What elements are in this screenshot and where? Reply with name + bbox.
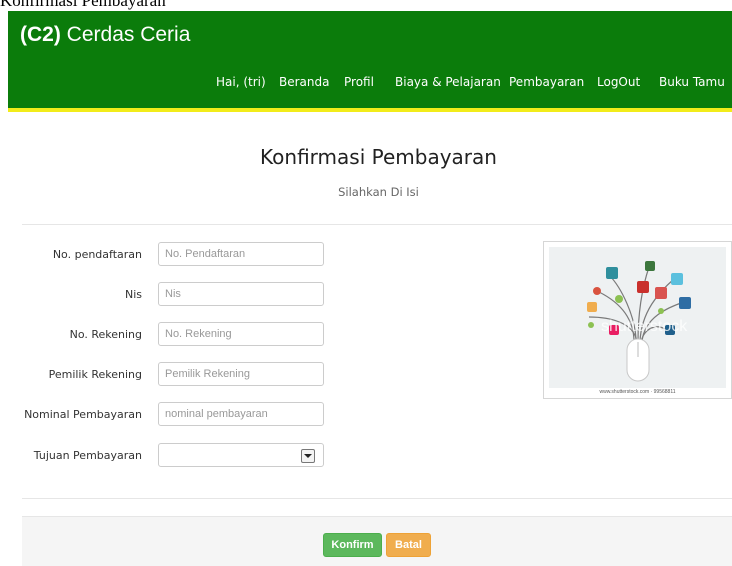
- pemilik-rekening-input[interactable]: Pemilik Rekening: [158, 362, 324, 386]
- nav-item-logout[interactable]: LogOut: [597, 75, 640, 89]
- payment-illustration: shutterstock www.shutterstock.com · 9956…: [543, 241, 732, 399]
- navbar: (C2) Cerdas Ceria Hai, (tri) Beranda Pro…: [8, 11, 732, 112]
- brand-name: Cerdas Ceria: [60, 23, 191, 46]
- no-pendaftaran-input[interactable]: No. Pendaftaran: [158, 242, 324, 266]
- tab-title: Konfirmasi Pembayaran: [0, 0, 166, 10]
- label-no-rekening: No. Rekening: [69, 328, 142, 341]
- batal-button[interactable]: Batal: [386, 533, 431, 557]
- label-nis: Nis: [124, 288, 142, 301]
- nav-item-greeting[interactable]: Hai, (tri): [216, 75, 266, 89]
- brand-code: (C2): [20, 23, 61, 46]
- no-rekening-input[interactable]: No. Rekening: [158, 322, 324, 346]
- divider: [22, 224, 732, 225]
- tech-tree-icon: shutterstock: [587, 261, 691, 382]
- nav-item-biaya-pelajaran[interactable]: Biaya & Pelajaran: [395, 75, 501, 89]
- nominal-pembayaran-input[interactable]: nominal pembayaran: [158, 402, 324, 426]
- nav-item-pembayaran[interactable]: Pembayaran: [509, 75, 584, 89]
- divider: [22, 498, 732, 499]
- tujuan-pembayaran-select[interactable]: [158, 443, 324, 467]
- nav-item-beranda[interactable]: Beranda: [279, 75, 329, 89]
- page-subtitle: Silahkan Di Isi: [338, 185, 419, 199]
- illustration-image: shutterstock: [549, 247, 726, 388]
- nis-input[interactable]: Nis: [158, 282, 324, 306]
- nav-item-buku-tamu[interactable]: Buku Tamu: [659, 75, 725, 89]
- label-pemilik-rekening: Pemilik Rekening: [48, 368, 142, 381]
- page-title: Konfirmasi Pembayaran: [260, 145, 497, 169]
- label-nominal-pembayaran: Nominal Pembayaran: [24, 408, 142, 421]
- label-tujuan-pembayaran: Tujuan Pembayaran: [33, 449, 142, 462]
- label-no-pendaftaran: No. pendaftaran: [52, 248, 142, 261]
- konfirm-button[interactable]: Konfirm: [323, 533, 382, 557]
- nav-menu: Hai, (tri) Beranda Profil Biaya & Pelaja…: [8, 75, 732, 93]
- image-caption: www.shutterstock.com · 99568811: [599, 389, 676, 395]
- brand[interactable]: (C2) Cerdas Ceria: [20, 23, 190, 47]
- chevron-down-icon[interactable]: [301, 449, 315, 463]
- watermark-text: shutterstock: [601, 318, 688, 335]
- nav-item-profil[interactable]: Profil: [344, 75, 374, 89]
